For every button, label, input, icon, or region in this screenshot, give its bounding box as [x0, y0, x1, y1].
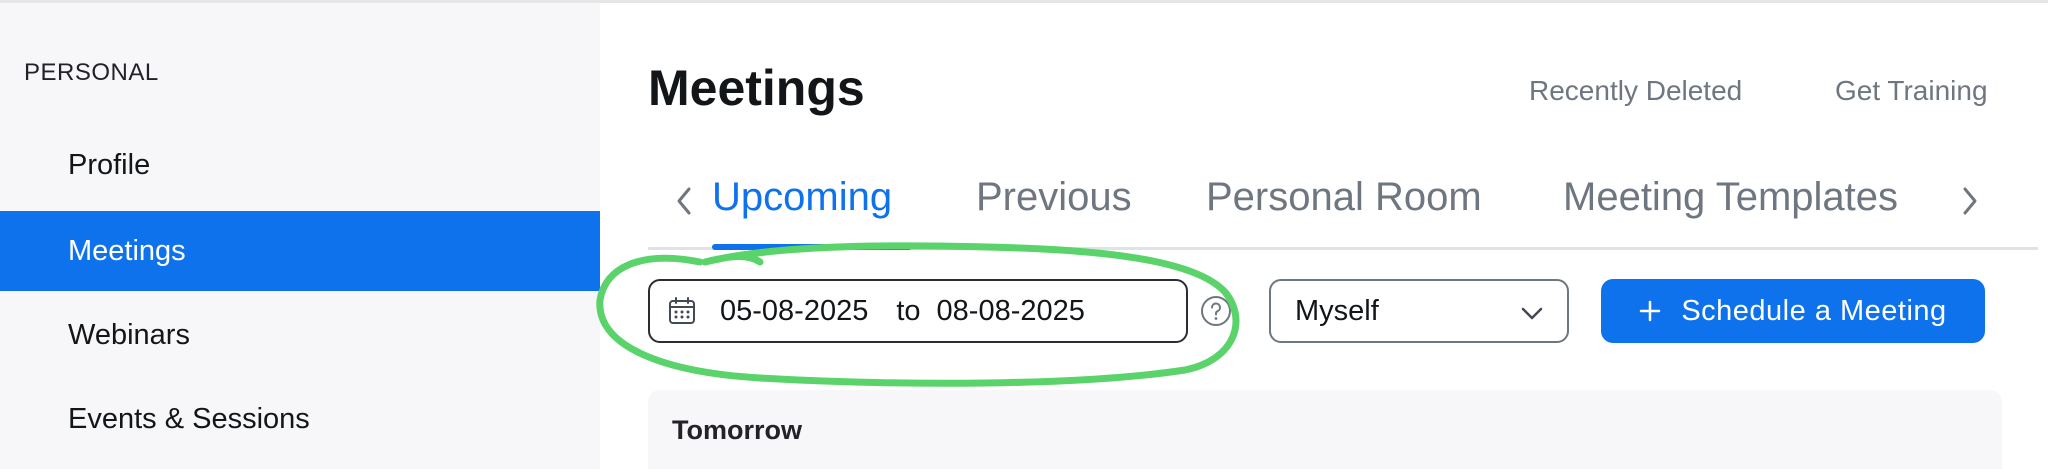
tab-meeting-templates[interactable]: Meeting Templates: [1563, 175, 1898, 220]
date-separator: to: [896, 294, 921, 327]
date-range-picker[interactable]: 05-08-2025 to 08-08-2025: [648, 279, 1188, 343]
host-select-value: Myself: [1295, 294, 1379, 327]
group-title-tomorrow: Tomorrow: [672, 415, 802, 445]
calendar-icon: [668, 297, 696, 325]
page: PERSONAL Profile Meetings Webinars Event…: [0, 0, 2048, 469]
page-title: Meetings: [648, 60, 865, 116]
sidebar-item-meetings[interactable]: Meetings: [0, 211, 600, 291]
chevron-left-icon[interactable]: [670, 181, 698, 221]
host-select[interactable]: Myself: [1269, 279, 1569, 343]
sidebar-section-personal: PERSONAL: [24, 59, 159, 86]
tab-bar: Upcoming Previous Personal Room Meeting …: [648, 163, 2038, 251]
chevron-right-icon[interactable]: [1956, 181, 1984, 221]
date-to[interactable]: 08-08-2025: [937, 295, 1085, 328]
sidebar: PERSONAL Profile Meetings Webinars Event…: [0, 3, 600, 469]
main-content: Meetings Recently Deleted Get Training U…: [600, 3, 2048, 469]
sidebar-item-profile[interactable]: Profile: [0, 125, 600, 205]
recently-deleted-link[interactable]: Recently Deleted: [1529, 75, 1742, 107]
chevron-down-icon: [1519, 301, 1545, 325]
tab-personal-room[interactable]: Personal Room: [1206, 175, 1482, 220]
plus-icon: [1639, 300, 1661, 322]
help-icon[interactable]: [1200, 295, 1232, 327]
sidebar-item-webinars[interactable]: Webinars: [0, 295, 600, 375]
tab-upcoming[interactable]: Upcoming: [712, 175, 892, 220]
sidebar-item-events-sessions[interactable]: Events & Sessions: [0, 379, 600, 459]
schedule-meeting-button[interactable]: Schedule a Meeting: [1601, 279, 1985, 343]
schedule-meeting-label: Schedule a Meeting: [1681, 294, 1947, 327]
meeting-group-card: Tomorrow: [648, 390, 2002, 469]
active-tab-indicator: [712, 244, 912, 250]
tab-previous[interactable]: Previous: [976, 175, 1132, 220]
date-from[interactable]: 05-08-2025: [720, 295, 868, 328]
get-training-link[interactable]: Get Training: [1835, 75, 1988, 107]
